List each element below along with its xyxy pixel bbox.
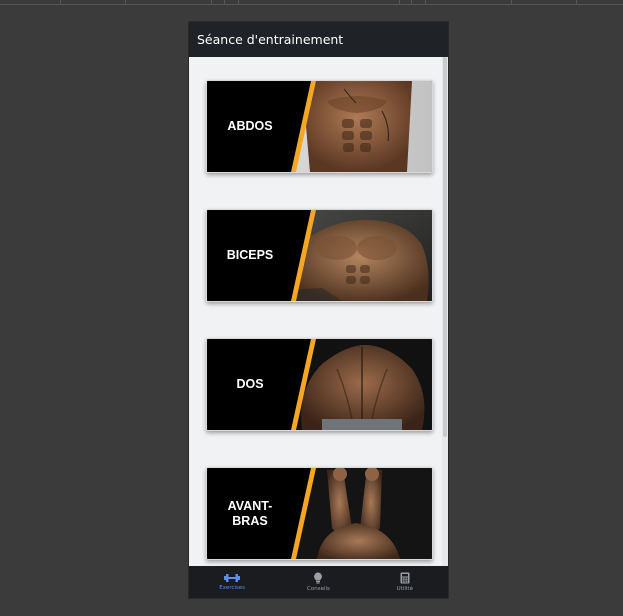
nav-tab-conseils[interactable]: Conseils	[275, 566, 361, 598]
exercise-card-abdos[interactable]: ABDOS	[206, 80, 433, 173]
phone-screen: Séance d'entrainement ABDOS BICEPS DOS A…	[189, 22, 448, 598]
editor-ruler	[0, 0, 623, 5]
dumbbell-icon	[224, 574, 241, 582]
nav-tab-exercises[interactable]: Exercises	[189, 566, 275, 598]
nav-tab-utilite[interactable]: Utilité	[362, 566, 448, 598]
page-title: Séance d'entrainement	[197, 32, 344, 47]
scrollbar[interactable]	[442, 57, 448, 566]
bottom-navigation: Exercises Conseils Utilité	[189, 566, 448, 598]
nav-label: Conseils	[307, 586, 330, 592]
calculator-icon	[400, 572, 410, 584]
exercise-card-avant-bras[interactable]: AVANT- BRAS	[206, 467, 433, 560]
app-bar: Séance d'entrainement	[189, 22, 448, 57]
exercise-card-dos[interactable]: DOS	[206, 338, 433, 431]
exercise-list[interactable]: ABDOS BICEPS DOS AVANT- BRAS	[189, 57, 442, 566]
lightbulb-icon	[314, 572, 323, 584]
scrollbar-thumb[interactable]	[443, 57, 447, 437]
exercise-label: AVANT- BRAS	[227, 498, 273, 528]
nav-label: Utilité	[396, 586, 413, 592]
exercise-label: DOS	[236, 377, 264, 391]
exercise-card-biceps[interactable]: BICEPS	[206, 209, 433, 302]
nav-label: Exercises	[219, 585, 246, 591]
exercise-label: ABDOS	[227, 119, 273, 133]
exercise-label: BICEPS	[226, 248, 274, 262]
